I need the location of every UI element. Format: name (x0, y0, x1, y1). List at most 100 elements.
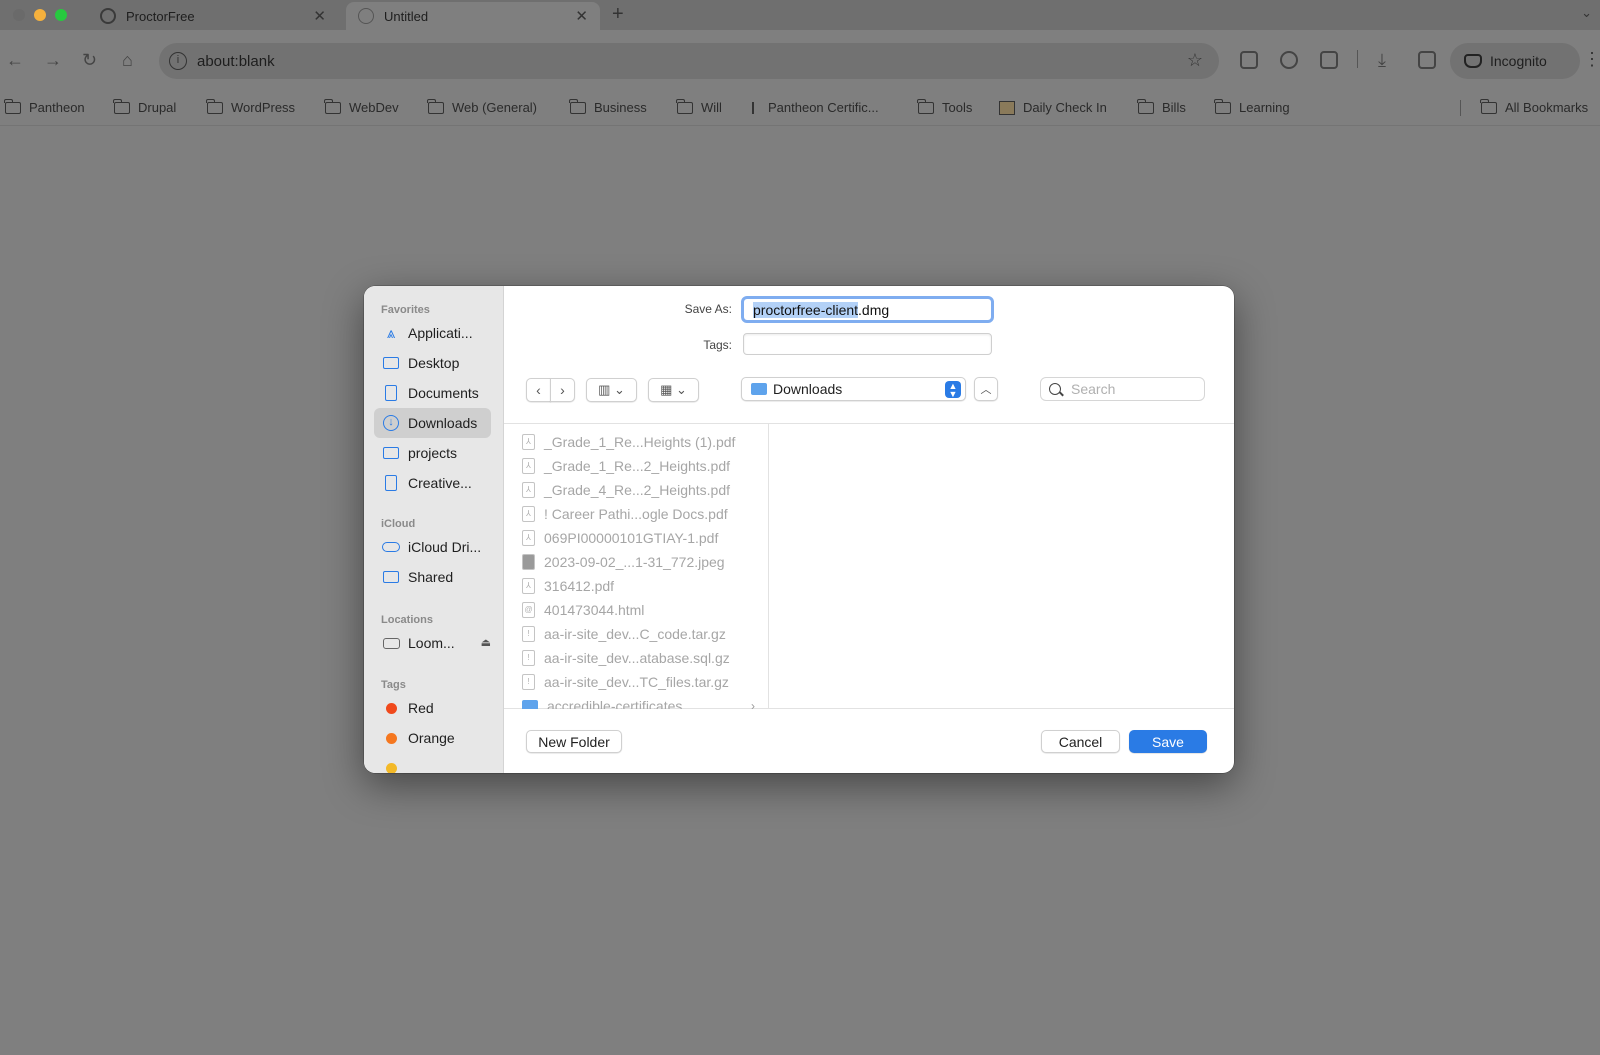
bookmark-label: Drupal (138, 100, 177, 115)
cloud-icon (382, 538, 400, 556)
file-row[interactable]: ! aa-ir-site_dev...C_code.tar.gz (504, 622, 768, 646)
bookmark-folder[interactable]: Learning (1214, 98, 1290, 115)
bookmark-link[interactable]: Pantheon Certific... (748, 100, 879, 115)
file-row[interactable]: ⅄ _Grade_4_Re...2_Heights.pdf (504, 478, 768, 502)
bookmark-folder[interactable]: Will (676, 98, 722, 115)
bookmarks-divider (1460, 100, 1461, 116)
all-bookmarks-button[interactable]: All Bookmarks (1480, 98, 1588, 115)
folder-icon (1480, 98, 1497, 114)
view-mode-button[interactable]: ▥ ⌄ (586, 378, 637, 402)
close-icon[interactable]: ✕ (313, 7, 326, 25)
sidebar-item-shared[interactable]: Shared (374, 562, 491, 592)
search-input[interactable]: Search (1040, 377, 1205, 401)
bookmark-folder[interactable]: Web (General) (427, 98, 537, 115)
url-text[interactable]: about:blank (197, 53, 275, 70)
download-icon[interactable]: ⤓ (1378, 50, 1386, 71)
sidebar-item-label: Documents (408, 385, 479, 401)
search-placeholder: Search (1071, 381, 1116, 397)
location-label: Downloads (773, 381, 843, 397)
file-row[interactable]: 2023-09-02_...1-31_772.jpeg (504, 550, 768, 574)
forward-arrow-icon[interactable]: → (44, 50, 62, 71)
bookmark-folder[interactable]: Drupal (113, 98, 177, 115)
side-panel-icon[interactable] (1418, 51, 1436, 69)
close-window-button[interactable] (13, 9, 25, 21)
file-row[interactable]: ⅄ ! Career Pathi...ogle Docs.pdf (504, 502, 768, 526)
reload-icon[interactable]: ↻ (82, 50, 97, 71)
eject-icon[interactable]: ⏏ (481, 636, 491, 649)
close-icon[interactable]: ✕ (575, 7, 588, 25)
folder-icon (1137, 98, 1154, 114)
sidebar-item-tag-partial[interactable] (374, 753, 491, 773)
reading-mode-icon[interactable] (1240, 51, 1258, 69)
location-popup[interactable]: Downloads ▲ ▼ (741, 377, 966, 401)
bookmark-folder[interactable]: Business (569, 98, 647, 115)
bookmark-label: Will (701, 100, 722, 115)
collapse-button[interactable]: ︿ (974, 377, 998, 401)
save-button[interactable]: Save (1129, 730, 1207, 753)
image-icon (999, 100, 1015, 115)
archive-file-icon: ! (522, 674, 535, 690)
new-folder-button[interactable]: New Folder (526, 730, 622, 753)
more-menu-icon[interactable]: ⋮ (1583, 49, 1600, 70)
sidebar-item-desktop[interactable]: Desktop (374, 348, 491, 378)
pdf-file-icon: ⅄ (522, 458, 535, 474)
sidebar-item-tag-orange[interactable]: Orange (374, 723, 491, 753)
extensions-icon[interactable] (1320, 51, 1338, 69)
bookmark-star-icon[interactable]: ☆ (1187, 50, 1203, 71)
zoom-window-button[interactable] (55, 9, 67, 21)
applications-icon: ⩓ (386, 324, 396, 342)
group-button[interactable]: ▦ ⌄ (648, 378, 699, 402)
sidebar-item-downloads[interactable]: ↓ Downloads (374, 408, 491, 438)
incognito-badge[interactable]: Incognito (1450, 43, 1580, 79)
chevron-down-icon[interactable]: ⌄ (1581, 5, 1592, 21)
folder-icon (917, 98, 934, 114)
folder-icon (427, 98, 444, 114)
file-row[interactable]: ⅄ 316412.pdf (504, 574, 768, 598)
new-tab-button[interactable]: + (612, 3, 624, 26)
archive-file-icon: ! (522, 650, 535, 666)
bookmark-folder[interactable]: WebDev (324, 98, 399, 115)
sidebar-item-tag-red[interactable]: Red (374, 693, 491, 723)
file-row[interactable]: @401473044.html (504, 598, 768, 622)
sidebar-item-applications[interactable]: ⩓ Applicati... (374, 318, 491, 348)
minimize-window-button[interactable] (34, 9, 46, 21)
file-column[interactable]: ⅄ _Grade_1_Re...Heights (1).pdf ⅄ _Grade_1_… (504, 424, 769, 709)
sidebar-item-loom[interactable]: Loom... (374, 628, 491, 658)
bookmark-folder[interactable]: WordPress (206, 98, 296, 115)
back-arrow-icon[interactable]: ← (6, 50, 24, 71)
forward-button[interactable]: › (550, 378, 575, 402)
tab-title: Untitled (384, 8, 429, 24)
back-button[interactable]: ‹ (526, 378, 551, 402)
sidebar-item-icloud-drive[interactable]: iCloud Dri... (374, 532, 491, 562)
sidebar-item-documents[interactable]: Documents (374, 378, 491, 408)
file-row[interactable]: ! aa-ir-site_dev...atabase.sql.gz (504, 646, 768, 670)
file-row[interactable]: ⅄ _Grade_1_Re...Heights (1).pdf (504, 430, 768, 454)
file-row[interactable]: ! aa-ir-site_dev...TC_files.tar.gz (504, 670, 768, 694)
sidebar-item-label: Creative... (408, 475, 472, 491)
file-name: 2023-09-02_...1-31_772.jpeg (544, 554, 725, 570)
bookmark-folder[interactable]: Tools (917, 98, 973, 115)
bookmark-folder[interactable]: Pantheon (4, 98, 85, 115)
bookmark-label: WordPress (231, 100, 296, 115)
address-bar[interactable]: i about:blank ☆ (159, 43, 1219, 79)
file-row[interactable]: ⅄ 069PI00000101GTIAY-1.pdf (504, 526, 768, 550)
bookmark-link[interactable]: Daily Check In (999, 100, 1107, 115)
bookmark-label: Tools (942, 100, 973, 115)
bookmarks-bar: Pantheon Drupal WordPress WebDev Web (Ge… (0, 92, 1600, 126)
tab-untitled[interactable]: Untitled ✕ (346, 2, 600, 30)
tab-proctorfree[interactable]: ProctorFree ✕ (88, 2, 338, 30)
sidebar-item-creative[interactable]: Creative... (374, 468, 491, 498)
bookmark-folder[interactable]: Bills (1137, 98, 1186, 115)
folder-row[interactable]: accredible-certificates › (504, 694, 768, 709)
gear-icon[interactable] (1280, 51, 1298, 69)
sidebar-item-projects[interactable]: projects (374, 438, 491, 468)
info-icon[interactable]: i (169, 52, 187, 70)
save-as-input[interactable]: proctorfree-client.dmg (741, 296, 994, 323)
search-icon (1049, 383, 1061, 395)
bookmark-label: Bills (1162, 100, 1186, 115)
home-icon[interactable]: ⌂ (122, 50, 133, 71)
cancel-button[interactable]: Cancel (1041, 730, 1120, 753)
file-row[interactable]: ⅄ _Grade_1_Re...2_Heights.pdf (504, 454, 768, 478)
folder-icon (4, 98, 21, 114)
tags-input[interactable] (743, 333, 992, 355)
